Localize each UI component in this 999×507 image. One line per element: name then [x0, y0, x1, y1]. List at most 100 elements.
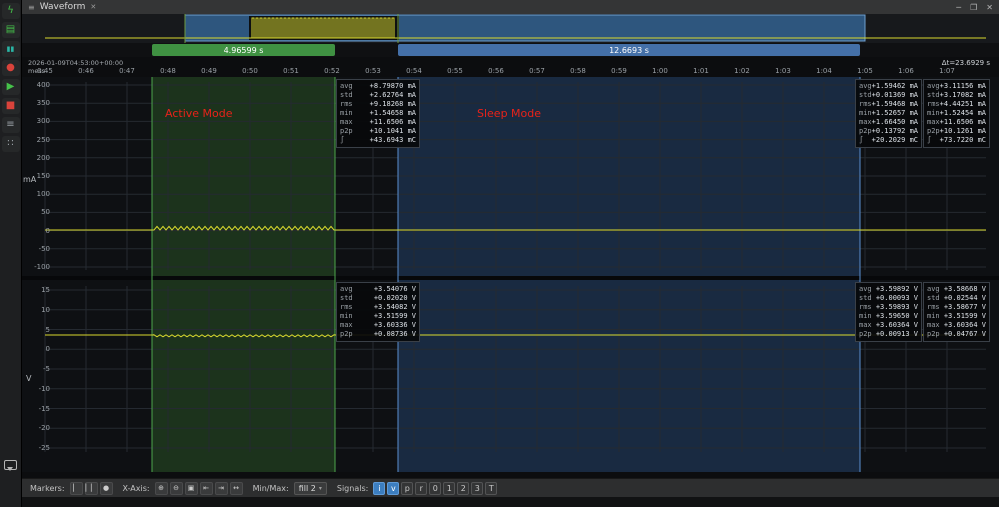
minmax-label: Min/Max: [252, 483, 289, 493]
bottom-toolbar: Markers: ▏ ▏▏ ● X-Axis: ⊕ ⊖ ▣ ⇤ ⇥ ↔ Min/Max: fi… [22, 478, 999, 497]
signal-button-p[interactable]: p [401, 481, 414, 495]
y-axis-tick-label: 100 [36, 190, 50, 199]
time-tick-label: 0:53 [365, 67, 381, 75]
stat-row: avg +8.79870 mA [340, 82, 416, 90]
stat-row: avg +3.59892 V [859, 285, 918, 293]
stat-row: rms +3.54082 V [340, 303, 416, 311]
time-tick-label: 1:02 [734, 67, 750, 75]
stat-row: rms +4.44251 mA [927, 100, 987, 108]
time-axis[interactable]: 2026-01-09T04:53:00+00:00 mess 0:45 0:46 0… [22, 57, 999, 77]
device-icon[interactable]: ≡ [1, 117, 20, 133]
play-icon[interactable]: ▶ [1, 79, 20, 95]
signal-button-2[interactable]: 2 [457, 481, 470, 495]
y-axis-tick-label: 250 [36, 135, 50, 144]
stat-row: ∫ +73.7220 mC [927, 136, 986, 144]
y-axis-tick-label: 0 [45, 345, 50, 354]
minmax-select[interactable]: fill 2 ▾ [293, 481, 327, 495]
time-tick-label: 1:03 [775, 67, 791, 75]
stat-row: max +3.60364 V [859, 321, 918, 329]
stat-row: rms +3.58677 V [927, 303, 986, 311]
current-axis-unit: mA [23, 175, 37, 184]
overview-waveform[interactable] [22, 14, 999, 43]
stat-row: min +1.54658 mA [340, 109, 416, 117]
waveform-widget: ≡ Waveform ✕ ─ ❐ ✕ 4.96599 s 12.6693 s 2… [22, 0, 999, 507]
zoom-in-icon[interactable]: ⊕ [154, 481, 168, 495]
pan-left-icon[interactable]: ⇤ [199, 481, 213, 495]
time-tick-label: 0:52 [324, 67, 340, 75]
voltage-stats-sleep-markers: avg +3.59892 Vstd +0.00093 Vrms +3.59893 Vm… [855, 282, 922, 342]
widget-menu-icon[interactable]: ≡ [28, 3, 35, 12]
stat-row: std +3.17082 mA [927, 91, 987, 99]
y-axis-tick-label: -10 [38, 384, 50, 393]
stat-row: min +3.51599 V [927, 312, 986, 320]
signal-button-r[interactable]: r [415, 481, 428, 495]
y-axis-tick-label: 400 [36, 81, 50, 89]
marker-single-icon[interactable]: ▏ [69, 481, 83, 495]
time-tick-label: 1:07 [939, 67, 955, 75]
y-axis-tick-label: 50 [41, 208, 50, 217]
time-tick-label: 1:05 [857, 67, 873, 75]
stat-row: min +3.59650 V [859, 312, 918, 320]
time-tick-label: 0:57 [529, 67, 545, 75]
stat-row: min +3.51599 V [340, 312, 416, 320]
stat-row: ∫ +20.2029 mC [859, 136, 918, 144]
current-stats-dual-markers: avg +8.79870 mA std +2.62764 mA rms +9.18268 … [336, 79, 420, 148]
y-axis-tick-label: 5 [45, 325, 50, 334]
stat-row: ∫ +43.6943 mC [340, 136, 416, 144]
marker-dual-icon[interactable]: ▏▏ [84, 481, 98, 495]
tab-close-icon[interactable]: ✕ [90, 3, 96, 11]
stat-row: avg +3.54076 V [340, 285, 416, 293]
signal-button-T[interactable]: T [485, 481, 498, 495]
marker-clear-icon[interactable]: ● [99, 481, 113, 495]
zoom-window-icon[interactable]: ▣ [184, 481, 198, 495]
sidebar: ϟ ▤ ▮▮ ● ▶ ■ ≡ ∷ [0, 0, 22, 507]
voltage-stats-total: avg +3.58668 Vstd +0.02544 Vrms +3.58677 Vm… [923, 282, 990, 342]
stat-row: std +0.02544 V [927, 294, 986, 302]
signal-button-3[interactable]: 3 [471, 481, 484, 495]
stat-row: min +1.52454 mA [927, 109, 987, 117]
signal-button-1[interactable]: 1 [443, 481, 456, 495]
dual-marker-sleep-duration[interactable]: 12.6693 s [398, 44, 860, 56]
stat-row: max +3.60336 V [340, 321, 416, 329]
stop-icon[interactable]: ■ [1, 98, 20, 114]
y-axis-tick-label: -15 [38, 404, 50, 413]
power-icon[interactable]: ϟ [1, 3, 20, 19]
waveform-canvas[interactable] [22, 77, 999, 472]
stat-row: std +0.00093 V [859, 294, 918, 302]
annotation-sleep-mode[interactable]: Sleep Mode [477, 107, 541, 120]
window-controls: ─ ❐ ✕ [956, 3, 993, 12]
time-tick-label: 0:49 [201, 67, 217, 75]
maximize-icon[interactable]: ❐ [970, 3, 977, 12]
y-axis-tick-label: 0 [45, 226, 50, 235]
overview-strip[interactable] [22, 14, 999, 43]
stat-row: p2p +10.1261 mA [927, 127, 987, 135]
stat-row: p2p +0.00913 V [859, 330, 918, 338]
dual-marker-active-duration[interactable]: 4.96599 s [152, 44, 335, 56]
xaxis-label: X-Axis: [122, 483, 150, 493]
pan-right-icon[interactable]: ⇥ [214, 481, 228, 495]
stat-row: p2p +0.13792 mA [859, 127, 919, 135]
stat-row: max +11.6506 mA [927, 118, 987, 126]
time-tick-label: 0:50 [242, 67, 258, 75]
stat-row: avg +3.11156 mA [927, 82, 987, 90]
plot-area[interactable]: 400 350 300 250 200 150 100 50 0 -50 -100 15 10 5 0 -5-… [22, 77, 999, 472]
zoom-out-icon[interactable]: ⊖ [169, 481, 183, 495]
signal-button-v[interactable]: v [387, 481, 400, 495]
record-icon[interactable]: ● [1, 60, 20, 76]
close-icon[interactable]: ✕ [986, 3, 993, 12]
open-file-icon[interactable]: ▤ [1, 22, 20, 38]
pause-icon[interactable]: ▮▮ [1, 41, 20, 57]
stat-row: p2p +0.08736 V [340, 330, 416, 338]
y-axis-tick-label: -25 [38, 444, 50, 452]
time-tick-label: 0:48 [160, 67, 176, 75]
widgets-icon[interactable]: ∷ [1, 136, 20, 152]
signal-button-i[interactable]: i [373, 481, 386, 495]
zoom-all-icon[interactable]: ↔ [229, 481, 243, 495]
time-tick-label: 0:45 [37, 67, 53, 75]
comment-icon[interactable] [4, 460, 17, 471]
stat-row: max +11.6506 mA [340, 118, 416, 126]
minimize-icon[interactable]: ─ [956, 3, 961, 12]
signal-button-0[interactable]: 0 [429, 481, 442, 495]
time-tick-label: 0:47 [119, 67, 135, 75]
annotation-active-mode[interactable]: Active Mode [165, 107, 233, 120]
